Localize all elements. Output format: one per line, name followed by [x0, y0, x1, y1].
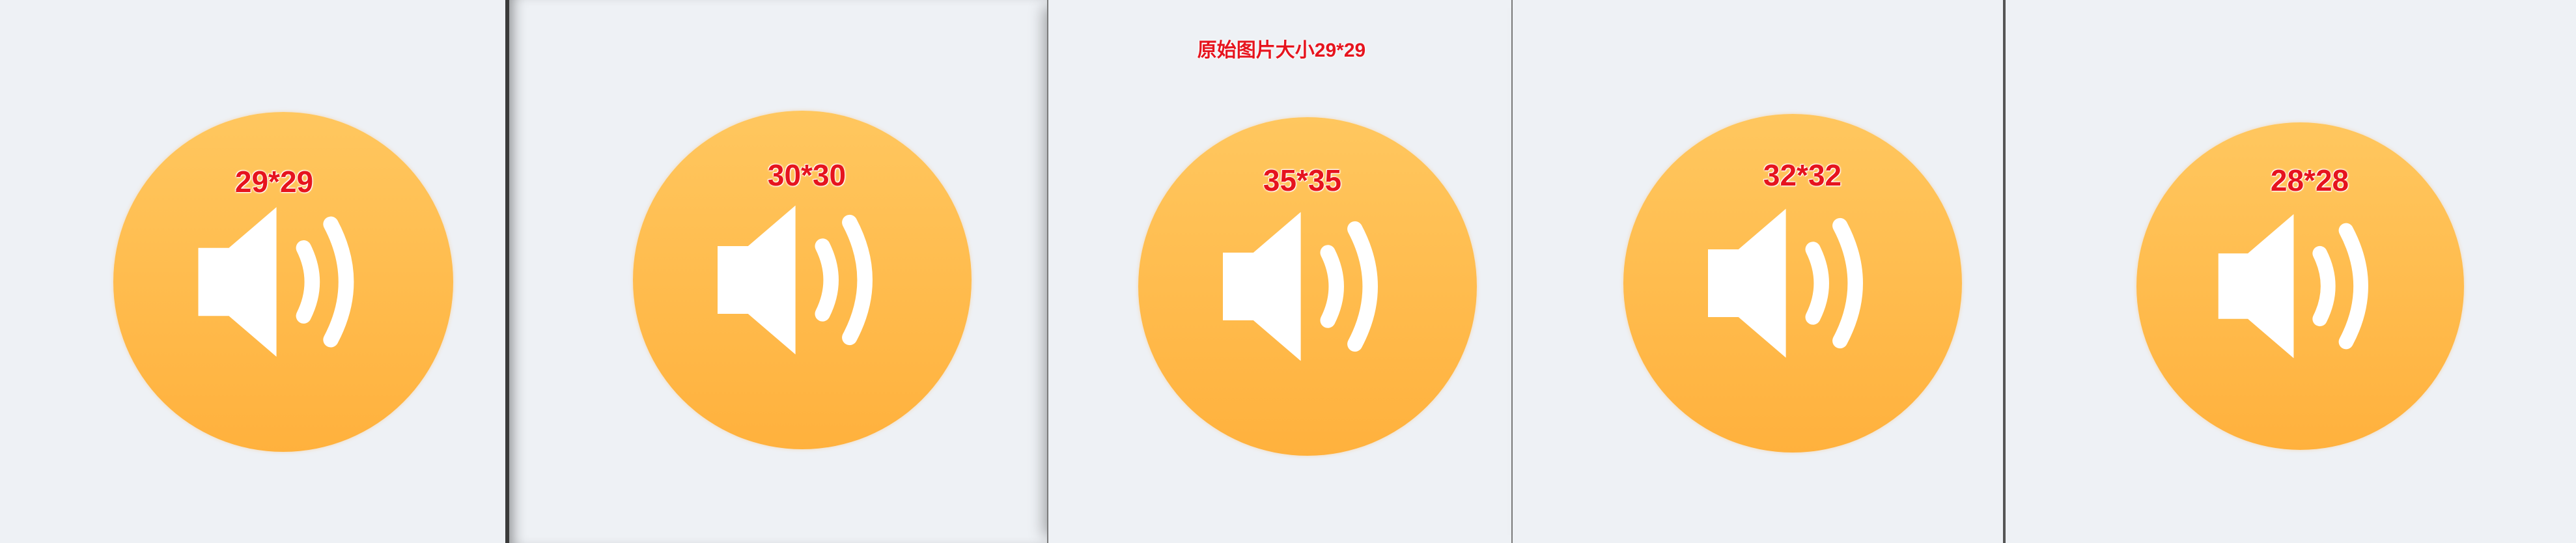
- panel-5: 28*28: [2006, 0, 2576, 543]
- panel-4: 32*32: [1513, 0, 2006, 543]
- panel-3: 原始图片大小29*29 35*35: [1047, 0, 1513, 543]
- icon-size-label: 28*28: [2270, 163, 2349, 197]
- icon-size-label: 29*29: [234, 165, 314, 199]
- panel-1: 29*29: [0, 0, 505, 543]
- speaker-volume-icon: [113, 112, 453, 452]
- original-size-caption: 原始图片大小29*29: [1197, 40, 1366, 61]
- icon-size-label: 32*32: [1763, 158, 1842, 192]
- icon-size-label: 35*35: [1263, 163, 1342, 197]
- icon-size-label: 30*30: [767, 158, 847, 192]
- panel-2: 30*30: [505, 0, 1047, 543]
